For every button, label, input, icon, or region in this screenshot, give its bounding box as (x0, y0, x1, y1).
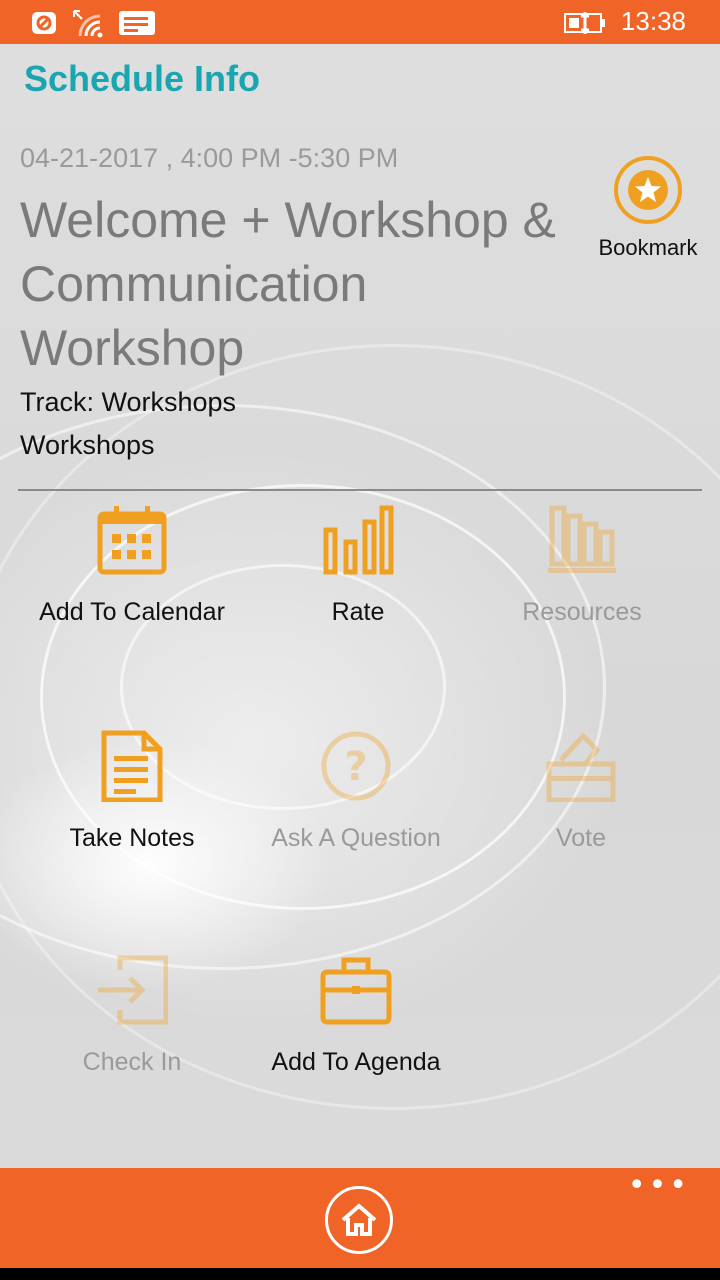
bookmark-label: Bookmark (598, 235, 698, 260)
briefcase-icon (236, 954, 476, 1026)
add-to-agenda-label: Add To Agenda (271, 1048, 441, 1076)
status-bar: 13:38 (0, 0, 720, 44)
home-button[interactable] (325, 1186, 393, 1254)
resources-label: Resources (522, 598, 642, 626)
ballot-icon (461, 730, 701, 802)
check-in-button[interactable]: Check In (12, 954, 252, 1077)
check-in-label: Check In (82, 1048, 182, 1076)
ask-a-question-label: Ask A Question (271, 824, 441, 852)
sign-in-icon (12, 954, 252, 1026)
notification-icon (30, 8, 60, 40)
add-to-agenda-button[interactable]: Add To Agenda (236, 954, 476, 1077)
star-circle-icon (590, 155, 706, 225)
home-icon (328, 1203, 390, 1255)
more-icon: ••• (627, 1168, 690, 1203)
calendar-icon (12, 504, 252, 576)
bookmark-button[interactable]: Bookmark (590, 155, 706, 261)
battery-charging-icon (563, 8, 609, 40)
session-title: Welcome + Workshop & Communication Works… (20, 192, 556, 376)
books-icon (462, 504, 702, 576)
session-category: Workshops (20, 430, 155, 460)
document-icon (12, 730, 252, 802)
wifi-icon (72, 8, 106, 42)
ask-a-question-button[interactable]: ? Ask A Question (236, 730, 476, 853)
vote-label: Vote (555, 824, 607, 852)
clock: 13:38 (620, 6, 686, 36)
message-icon (118, 8, 156, 40)
vote-button[interactable]: Vote (461, 730, 701, 853)
question-icon: ? (236, 730, 476, 802)
add-to-calendar-button[interactable]: Add To Calendar (12, 504, 252, 627)
divider (18, 489, 702, 491)
take-notes-label: Take Notes (69, 824, 195, 852)
session-track: Track: Workshops (20, 387, 237, 417)
page-title: Schedule Info (24, 58, 261, 99)
add-to-calendar-label: Add To Calendar (39, 598, 225, 626)
resources-button[interactable]: Resources (462, 504, 702, 627)
session-datetime: 04-21-2017 , 4:00 PM -5:30 PM (20, 143, 399, 173)
take-notes-button[interactable]: Take Notes (12, 730, 252, 853)
rate-label: Rate (331, 598, 385, 626)
nav-strip (0, 1268, 720, 1280)
rate-button[interactable]: Rate (238, 504, 478, 627)
svg-text:?: ? (344, 744, 367, 790)
more-button[interactable]: ••• (628, 1171, 690, 1201)
bar-chart-icon (238, 504, 478, 576)
app-bar: ••• (0, 1168, 720, 1268)
